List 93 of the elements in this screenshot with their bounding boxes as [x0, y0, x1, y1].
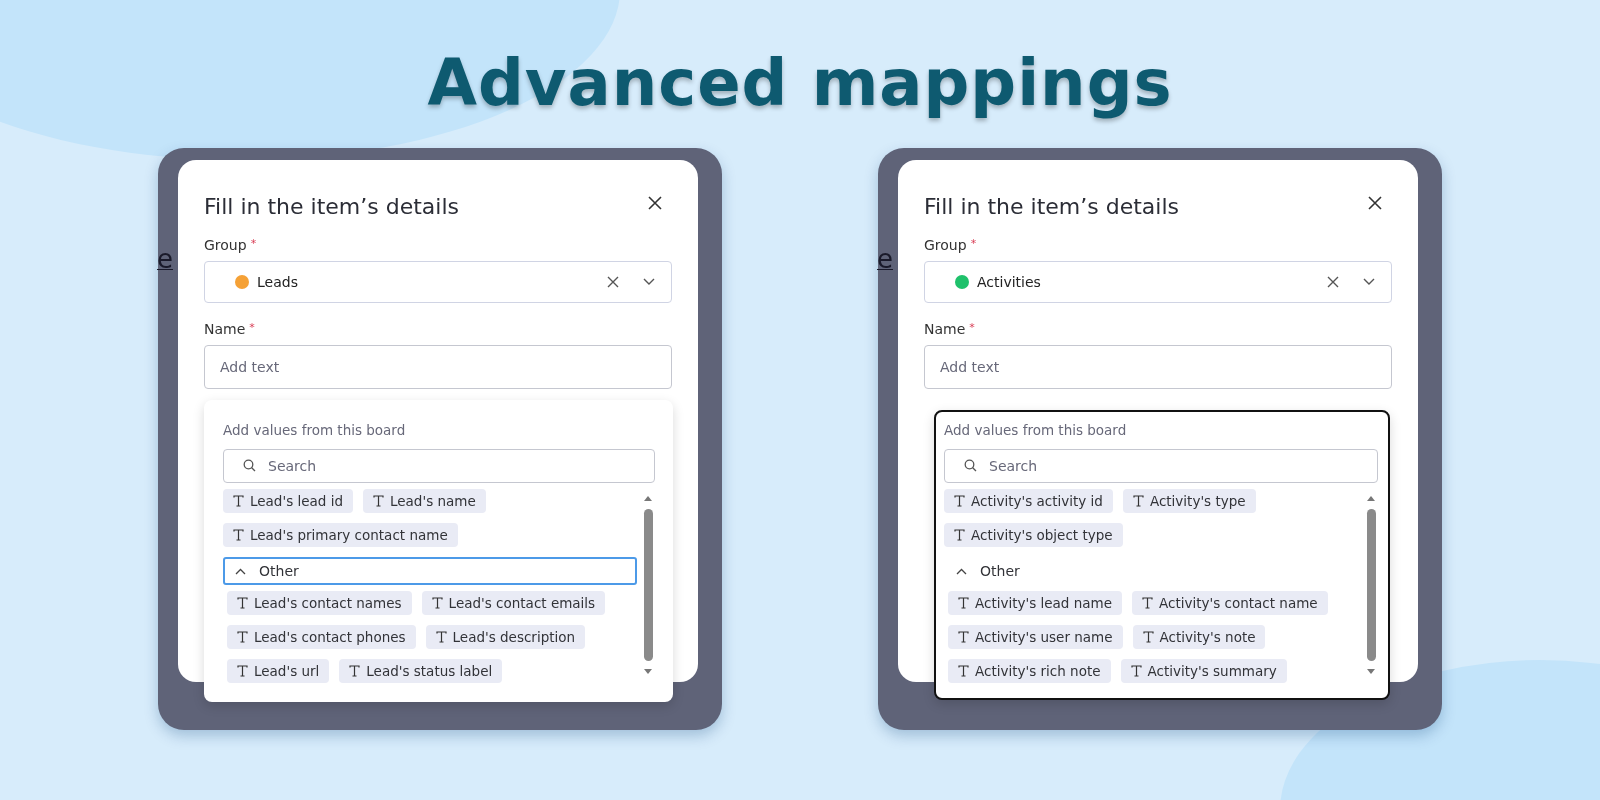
partial-letter: e — [877, 244, 893, 274]
group-value: Activities — [977, 274, 1042, 290]
required-mark: * — [970, 237, 977, 252]
text-type-icon — [1142, 597, 1153, 609]
field-label: Group — [924, 237, 967, 253]
required-mark: * — [249, 321, 255, 336]
chevron-down-icon[interactable] — [1363, 278, 1375, 286]
scroll-up-arrow-icon[interactable] — [643, 495, 653, 501]
required-mark: * — [969, 321, 975, 336]
scrollbar-thumb[interactable] — [643, 509, 653, 661]
text-type-icon — [1132, 495, 1144, 507]
text-type-icon — [1142, 631, 1154, 643]
column-chip[interactable]: Lead's contact emails — [421, 591, 606, 615]
close-icon[interactable] — [1368, 196, 1382, 210]
text-type-icon — [958, 597, 969, 609]
clear-icon[interactable] — [1327, 276, 1339, 288]
text-type-icon — [954, 495, 965, 507]
section-header[interactable]: Other — [223, 557, 637, 585]
text-type-icon — [237, 665, 248, 677]
chip-label: Lead's description — [452, 629, 576, 645]
name-input[interactable]: Add text — [204, 345, 672, 389]
search-field[interactable]: Search — [223, 449, 655, 483]
dialog-title: Fill in the item’s details — [924, 194, 1179, 219]
chevron-up-icon — [235, 567, 246, 575]
column-chip[interactable]: Lead's lead id — [223, 489, 353, 513]
section-header[interactable]: Other — [944, 557, 1360, 585]
text-type-icon — [431, 597, 443, 609]
column-chip[interactable]: Activity's object type — [944, 523, 1123, 547]
chip-label: Activity's rich note — [975, 663, 1101, 679]
column-chip[interactable]: Activity's lead name — [948, 591, 1122, 615]
field-label: Group — [204, 237, 247, 253]
column-chip[interactable]: Lead's name — [363, 489, 486, 513]
column-chip[interactable]: Activity's note — [1132, 625, 1266, 649]
clear-icon[interactable] — [607, 276, 619, 288]
text-type-icon — [237, 631, 248, 643]
chip-label: Activity's note — [1159, 629, 1256, 645]
partial-letter: e — [157, 244, 173, 274]
column-chip[interactable]: Activity's type — [1122, 489, 1256, 513]
text-type-icon — [233, 529, 244, 541]
column-chip[interactable]: Activity's activity id — [944, 489, 1113, 513]
group-value: Leads — [257, 274, 299, 290]
text-type-icon — [958, 631, 969, 643]
column-chip[interactable]: Activity's rich note — [948, 659, 1111, 683]
chip-label: Lead's primary contact name — [250, 527, 448, 543]
popover-heading: Add values from this board — [944, 422, 1127, 438]
search-field[interactable]: Search — [944, 449, 1378, 483]
column-chip[interactable]: Lead's primary contact name — [223, 523, 458, 547]
chip-label: Activity's object type — [971, 527, 1113, 543]
close-icon[interactable] — [648, 196, 662, 210]
group-dropdown[interactable]: Leads — [204, 261, 672, 303]
column-chip[interactable]: Lead's status label — [339, 659, 503, 683]
text-type-icon — [435, 631, 447, 643]
chip-label: Lead's contact names — [254, 595, 402, 611]
field-label: Name — [204, 321, 246, 337]
column-chip[interactable]: Activity's contact name — [1132, 591, 1328, 615]
name-input[interactable]: Add text — [924, 345, 1392, 389]
scroll-down-arrow-icon[interactable] — [1366, 669, 1376, 675]
chevron-down-icon[interactable] — [643, 278, 655, 286]
scroll-up-arrow-icon[interactable] — [1366, 495, 1376, 501]
chip-label: Activity's lead name — [975, 595, 1112, 611]
chevron-up-icon — [956, 567, 967, 575]
column-chip[interactable]: Lead's url — [227, 659, 330, 683]
group-dropdown[interactable]: Activities — [924, 261, 1392, 303]
chip-label: Lead's name — [390, 493, 476, 509]
text-type-icon — [954, 529, 965, 541]
text-type-icon — [237, 597, 248, 609]
chip-label: Activity's contact name — [1159, 595, 1318, 611]
text-type-icon — [1130, 665, 1142, 677]
chip-label: Lead's status label — [366, 663, 493, 679]
column-chip[interactable]: Activity's user name — [948, 625, 1123, 649]
popover-heading: Add values from this board — [223, 422, 406, 438]
chip-label: Lead's contact phones — [254, 629, 406, 645]
column-chip[interactable]: Activity's summary — [1120, 659, 1287, 683]
chip-label: Lead's url — [254, 663, 320, 679]
chip-label: Activity's summary — [1147, 663, 1277, 679]
column-chip[interactable]: Lead's contact phones — [227, 625, 416, 649]
field-label: Name — [924, 321, 966, 337]
chip-label: Activity's type — [1149, 493, 1246, 509]
required-mark: * — [250, 237, 257, 252]
chip-label: Lead's contact emails — [448, 595, 596, 611]
text-type-icon — [958, 665, 969, 677]
text-type-icon — [349, 665, 361, 677]
scroll-down-arrow-icon[interactable] — [643, 669, 653, 675]
scrollbar-thumb[interactable] — [1366, 509, 1376, 661]
column-chip[interactable]: Lead's description — [425, 625, 586, 649]
column-chip[interactable]: Lead's contact names — [227, 591, 412, 615]
chip-label: Lead's lead id — [250, 493, 343, 509]
text-type-icon — [373, 495, 384, 507]
chip-label: Activity's user name — [975, 629, 1113, 645]
dialog-title: Fill in the item’s details — [204, 194, 459, 219]
chip-label: Activity's activity id — [971, 493, 1103, 509]
page-heading: Advanced mappings — [427, 45, 1173, 122]
text-type-icon — [233, 495, 244, 507]
